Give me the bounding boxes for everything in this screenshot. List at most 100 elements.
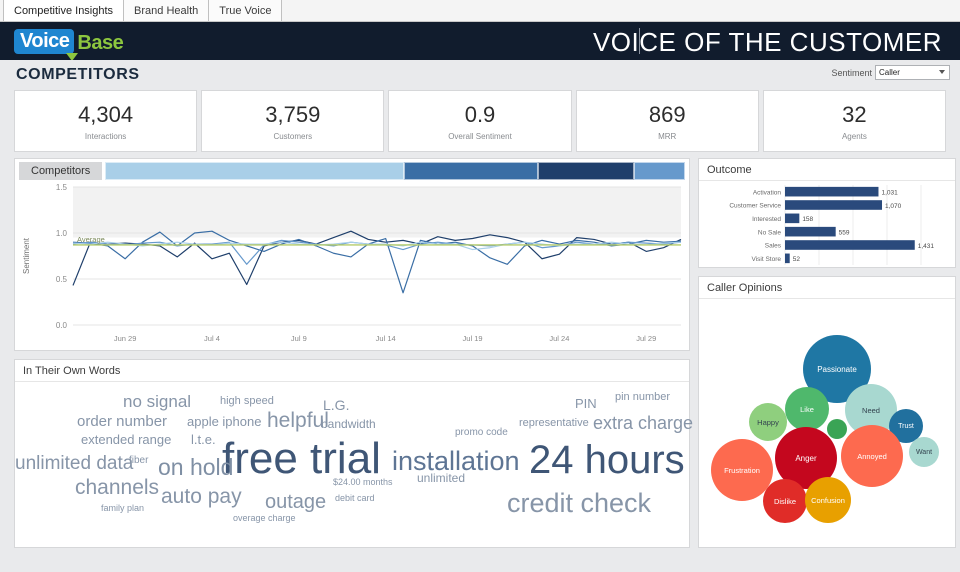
page-title: VOICE OF THE CUSTOMER — [592, 27, 942, 57]
legend-segment-2[interactable] — [538, 162, 634, 180]
word-cloud-term[interactable]: promo code — [455, 428, 508, 438]
svg-text:Jul 14: Jul 14 — [376, 334, 396, 343]
word-cloud-term[interactable]: helpful — [267, 410, 329, 431]
bubble-confusion[interactable]: Confusion — [805, 477, 851, 523]
bubble-want[interactable]: Want — [909, 437, 939, 467]
kpi-label: Interactions — [84, 131, 127, 141]
svg-text:559: 559 — [839, 230, 850, 237]
word-cloud-term[interactable]: L.G. — [323, 398, 349, 412]
kpi-value: 0.9 — [464, 101, 496, 127]
tab-brand-health[interactable]: Brand Health — [123, 0, 210, 21]
word-cloud-term[interactable]: extended range — [81, 433, 171, 446]
word-cloud-term[interactable]: pin number — [615, 392, 670, 403]
competitors-header: Competitors — [15, 159, 689, 181]
tab-true-voice[interactable]: True Voice — [208, 0, 283, 21]
svg-text:No Sale: No Sale — [758, 229, 782, 236]
svg-text:Jul 9: Jul 9 — [291, 334, 307, 343]
kpi-label: Customers — [273, 131, 313, 141]
words-panel-title: In Their Own Words — [15, 360, 689, 382]
svg-text:1.0: 1.0 — [56, 229, 68, 238]
kpi-label: MRR — [658, 131, 677, 141]
competitors-legend-bar[interactable] — [105, 162, 685, 180]
word-cloud-term[interactable]: 24 hours — [529, 440, 685, 480]
legend-segment-0[interactable] — [105, 162, 404, 180]
opinions-panel: Caller Opinions Passionate Need Like Happy T… — [698, 276, 956, 548]
kpi-card-interactions[interactable]: 4,304 Interactions — [14, 90, 198, 152]
kpi-card-overall-sentiment[interactable]: 0.9 Overall Sentiment — [388, 90, 572, 152]
kpi-card-mrr[interactable]: 869 MRR — [575, 90, 759, 152]
svg-text:Jul 19: Jul 19 — [463, 334, 483, 343]
word-cloud-term[interactable]: credit check — [507, 490, 651, 517]
kpi-row: 4,304 Interactions 3,759 Customers 0.9 O… — [0, 90, 960, 152]
svg-text:Customer Service: Customer Service — [729, 203, 781, 210]
word-cloud-term[interactable]: fiber — [129, 456, 148, 466]
bubble-happy[interactable]: Happy — [749, 403, 787, 441]
word-cloud-term[interactable]: free trial — [222, 437, 381, 481]
word-cloud-term[interactable]: $24.00 months — [333, 478, 393, 487]
bubble-dislike[interactable]: Dislike — [763, 479, 807, 523]
svg-text:Jul 29: Jul 29 — [636, 334, 656, 343]
word-cloud-term[interactable]: unlimited data — [15, 454, 133, 473]
kpi-value: 869 — [648, 101, 686, 127]
word-cloud-term[interactable]: order number — [77, 414, 167, 429]
kpi-card-agents[interactable]: 32 Agents — [762, 90, 947, 152]
svg-text:1,070: 1,070 — [885, 203, 902, 210]
tab-label: Competitive Insights — [14, 4, 114, 17]
svg-text:0.0: 0.0 — [56, 321, 68, 330]
chevron-down-icon — [939, 70, 945, 74]
word-cloud-term[interactable]: on hold — [158, 456, 233, 479]
competitors-tab[interactable]: Competitors — [19, 162, 103, 180]
sentiment-select[interactable]: Caller — [875, 65, 950, 80]
word-cloud-term[interactable]: auto pay — [161, 486, 242, 507]
word-cloud-term[interactable]: debit card — [335, 494, 375, 503]
svg-text:Jul 4: Jul 4 — [204, 334, 220, 343]
dashboard-root: Competitive Insights Brand Health True V… — [0, 0, 960, 572]
section-title: COMPETITORS — [16, 66, 140, 83]
word-cloud-term[interactable]: outage — [265, 492, 326, 512]
word-cloud-term[interactable]: channels — [75, 477, 159, 498]
sentiment-line-chart[interactable]: 0.0 0.5 1.0 1.5 Sentiment Jun 29 Jul 4 Jul 9 Jul… — [15, 181, 689, 349]
word-cloud-term[interactable]: bandwidth — [321, 418, 376, 430]
word-cloud-term[interactable]: family plan — [101, 504, 144, 513]
competitors-panel: Competitors 0.0 0.5 1.0 1.5 Sentiment Jun 29 J… — [14, 158, 690, 351]
kpi-card-customers[interactable]: 3,759 Customers — [201, 90, 385, 152]
caller-opinions-bubbles[interactable]: Passionate Need Like Happy Trust Want Anger Ann… — [699, 299, 955, 523]
svg-text:158: 158 — [802, 216, 813, 223]
voicebase-logo[interactable]: Voice Base — [14, 28, 124, 61]
right-column: Outcome Activation 1,031 Customer Service 1… — [698, 158, 956, 548]
word-cloud-term[interactable]: no signal — [123, 393, 191, 410]
svg-text:1,031: 1,031 — [881, 190, 898, 197]
word-cloud[interactable]: free trial 24 hours installation credit che… — [15, 382, 693, 569]
section-header: COMPETITORS Sentiment Caller — [0, 60, 960, 90]
tab-label: Brand Health — [134, 4, 199, 17]
left-column: Competitors 0.0 0.5 1.0 1.5 Sentiment Jun 29 J… — [14, 158, 693, 548]
bubble-unlabeled[interactable] — [827, 419, 847, 439]
word-cloud-term[interactable]: representative — [519, 418, 589, 429]
svg-text:0.5: 0.5 — [56, 275, 68, 284]
sentiment-selected-value: Caller — [879, 68, 900, 77]
svg-text:1,431: 1,431 — [918, 243, 935, 250]
sentiment-filter: Sentiment Caller — [831, 65, 950, 80]
outcome-chart[interactable]: Activation 1,031 Customer Service 1,070 Inte… — [699, 181, 955, 274]
bubble-annoyed[interactable]: Annoyed — [841, 425, 903, 487]
word-cloud-term[interactable]: extra charge — [593, 414, 693, 432]
kpi-label: Agents — [841, 131, 867, 141]
word-cloud-term[interactable]: overage charge — [233, 514, 296, 523]
svg-text:Interested: Interested — [752, 216, 781, 223]
browser-tab-strip: Competitive Insights Brand Health True V… — [0, 0, 960, 22]
svg-text:52: 52 — [793, 256, 801, 263]
word-cloud-term[interactable]: PIN — [575, 397, 597, 410]
svg-text:Activation: Activation — [753, 189, 782, 196]
word-cloud-term[interactable]: high speed — [220, 396, 274, 407]
svg-text:Jun 29: Jun 29 — [114, 334, 137, 343]
legend-segment-3[interactable] — [633, 162, 685, 180]
bubble-like[interactable]: Like — [785, 387, 829, 431]
kpi-value: 32 — [842, 101, 867, 127]
tab-competitive-insights[interactable]: Competitive Insights — [3, 0, 125, 21]
word-cloud-term[interactable]: apple iphone — [187, 415, 261, 428]
legend-segment-1[interactable] — [403, 162, 539, 180]
kpi-value: 3,759 — [265, 101, 321, 127]
word-cloud-term[interactable]: l.t.e. — [191, 433, 216, 446]
kpi-value: 4,304 — [78, 101, 134, 127]
word-cloud-term[interactable]: unlimited — [417, 472, 465, 484]
